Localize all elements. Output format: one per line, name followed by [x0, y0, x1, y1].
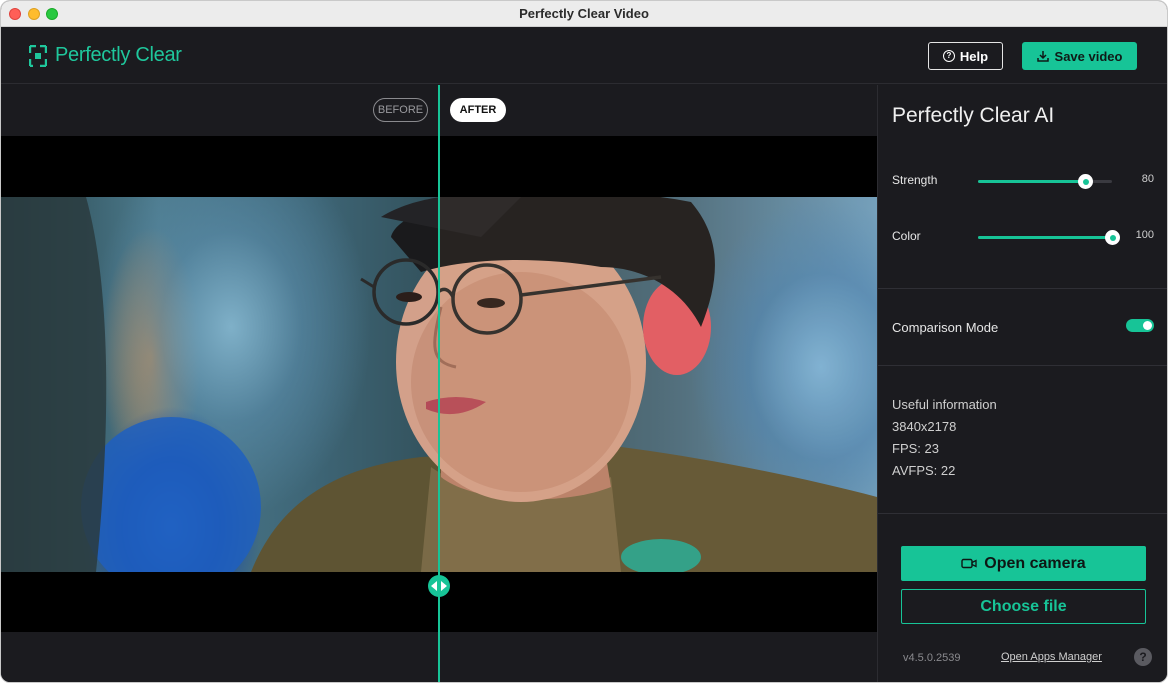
question-icon: ? [942, 50, 955, 62]
strength-slider-fill [978, 180, 1086, 183]
version-label: v4.5.0.2539 [903, 652, 961, 664]
download-icon [1036, 51, 1049, 62]
window-title: Perfectly Clear Video [519, 6, 649, 21]
strength-slider-row: Strength 80 [892, 171, 1154, 191]
help-icon[interactable]: ? [1134, 648, 1152, 666]
save-video-label: Save video [1054, 48, 1123, 64]
settings-sidebar: Perfectly Clear AI Strength 80 Color 100… [877, 85, 1167, 682]
color-value: 100 [1135, 229, 1154, 241]
help-button-label: Help [959, 48, 989, 64]
help-button[interactable]: ? Help [928, 42, 1003, 70]
logo: Perfectly Clear [29, 44, 182, 67]
split-arrows-icon [431, 581, 447, 591]
avfps-value: AVFPS: 22 [892, 463, 956, 478]
resolution-value: 3840x2178 [892, 419, 957, 434]
choose-file-button[interactable]: Choose file [901, 589, 1146, 624]
logo-icon [29, 44, 47, 67]
color-slider-fill [978, 236, 1112, 239]
toggle-knob [1143, 321, 1152, 330]
color-slider-knob[interactable] [1105, 230, 1120, 245]
divider [878, 513, 1167, 514]
open-camera-label: Open camera [984, 554, 1086, 572]
fps-value: FPS: 23 [892, 441, 939, 456]
color-label: Color [892, 229, 921, 243]
info-heading: Useful information [892, 397, 997, 412]
logo-text: Perfectly Clear [55, 44, 182, 66]
strength-value: 80 [1141, 173, 1154, 185]
divider [878, 288, 1167, 289]
before-label: BEFORE [373, 98, 428, 122]
open-apps-manager-link[interactable]: Open Apps Manager [1001, 651, 1102, 663]
strength-label: Strength [892, 173, 938, 187]
save-video-button[interactable]: Save video [1022, 42, 1137, 70]
after-overlay [439, 197, 877, 572]
after-label: AFTER [450, 98, 506, 122]
app-window: Perfectly Clear Video Perfectly Clear ? … [0, 0, 1168, 683]
open-camera-button[interactable]: Open camera [901, 546, 1146, 581]
title-bar: Perfectly Clear Video [1, 1, 1167, 27]
strength-slider-knob[interactable] [1078, 174, 1094, 189]
comparison-mode-label: Comparison Mode [892, 320, 999, 335]
app-header: Perfectly Clear ? Help Save video [1, 27, 1167, 84]
comparison-handle[interactable] [428, 575, 450, 597]
panel-title: Perfectly Clear AI [892, 104, 1055, 127]
comparison-mode-toggle[interactable] [1126, 319, 1154, 332]
video-preview: BEFORE AFTER [1, 85, 877, 682]
color-slider[interactable] [978, 230, 1120, 245]
camera-icon [961, 558, 977, 569]
strength-slider[interactable] [978, 174, 1112, 189]
choose-file-label: Choose file [980, 597, 1067, 615]
color-slider-row: Color 100 [892, 227, 1154, 247]
divider [878, 365, 1167, 366]
